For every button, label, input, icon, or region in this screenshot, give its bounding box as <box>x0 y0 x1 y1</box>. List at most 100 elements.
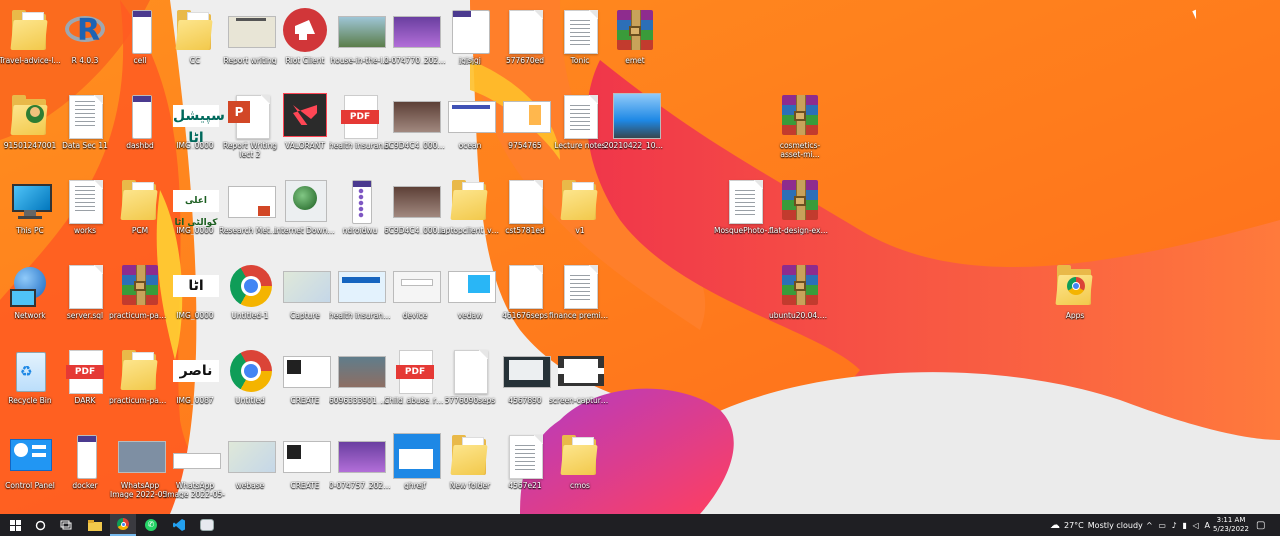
desktop-icon[interactable]: PDF DARK <box>55 344 115 420</box>
task-view-button[interactable] <box>56 514 76 536</box>
desktop-icon[interactable]: New folder <box>440 429 500 505</box>
desktop-icon[interactable]: Travel-advice-list <box>0 4 61 80</box>
app-button[interactable] <box>196 514 218 536</box>
weather-text: Mostly cloudy <box>1087 520 1143 530</box>
desktop-icon[interactable]: 91501247001 <box>0 89 60 165</box>
desktop-icon[interactable]: Lecture notes <box>550 89 610 165</box>
desktop-icon[interactable]: 6C9D4C4_0001... <box>384 174 446 250</box>
desktop-icon[interactable]: 0-074770_2021... <box>384 4 446 80</box>
desktop-icon[interactable]: CC <box>165 4 225 80</box>
weather-widget[interactable]: ☁ 27°C Mostly cloudy <box>1050 514 1143 536</box>
desktop-icon[interactable]: 20210422_1023... <box>604 89 666 165</box>
desktop-icon[interactable]: screen-capture (1) <box>549 344 611 420</box>
desktop-icon[interactable]: practicum-pane... <box>109 259 171 335</box>
desktop-icon[interactable]: 6C9D4C4_0001... <box>384 89 446 165</box>
start-button[interactable] <box>4 514 26 536</box>
desktop-icon[interactable]: jgjsjgj <box>440 4 500 80</box>
desktop-icon[interactable]: webase <box>220 429 280 505</box>
desktop-icon[interactable]: P Report Writing lect 2 <box>220 89 280 165</box>
desktop-icon[interactable]: Research Methods <box>219 174 281 250</box>
arabic3-icon: اٹا <box>173 263 219 309</box>
desktop-icon-label: jgjsjgj <box>459 56 481 65</box>
desktop-icon[interactable]: 4567e21 <box>495 429 555 505</box>
desktop-icon[interactable]: PDF health insurance <box>329 89 391 165</box>
desktop-icon[interactable]: 0-074757_2021... <box>329 429 391 505</box>
desktop-icon[interactable]: Riot Client <box>275 4 335 80</box>
network-icon[interactable]: ▭ <box>1158 521 1166 530</box>
desktop-icon[interactable]: MosquePhoto-Pe... <box>714 174 776 250</box>
desktop-icon[interactable]: 4567890 <box>495 344 555 420</box>
battery-icon[interactable]: ▮ <box>1182 521 1186 530</box>
whatsapp-button[interactable]: ✆ <box>140 514 162 536</box>
desktop-icon[interactable]: device <box>385 259 445 335</box>
desktop-icon[interactable]: practicum-pane... <box>109 344 171 420</box>
desktop-icon[interactable]: PCM <box>110 174 170 250</box>
recycle-icon: ♻ <box>8 348 52 394</box>
desktop-icon[interactable]: Data Sec 11 <box>55 89 115 165</box>
folder-icon <box>448 433 492 479</box>
desktop-icon[interactable]: ghrejf <box>385 429 445 505</box>
desktop-icon[interactable]: 9754765 <box>495 89 555 165</box>
desktop-icon[interactable]: emet <box>605 4 665 80</box>
desktop-icon[interactable]: Report writing <box>220 4 280 80</box>
clock[interactable]: 3:11 AM 5/23/2022 <box>1212 514 1250 536</box>
desktop-icon[interactable]: R R 4.0.3 <box>55 4 115 80</box>
desktop-icon[interactable]: ناصر IMG_0087 <box>165 344 225 420</box>
desktop-icon[interactable]: Capture <box>275 259 335 335</box>
notification-bell-icon[interactable]: ♪ <box>1172 521 1177 530</box>
desktop-icon[interactable]: vedaw <box>440 259 500 335</box>
desktop-icon[interactable]: Untitled <box>220 344 280 420</box>
desktop-icon-label: Capture <box>290 311 320 320</box>
file-explorer-button[interactable] <box>84 514 106 536</box>
desktop-icon[interactable]: laptopclient_v2... <box>439 174 501 250</box>
desktop-icon-label: 6096333901_113... <box>329 396 391 405</box>
search-button[interactable] <box>30 514 50 536</box>
task-view-icon <box>60 520 72 530</box>
desktop-icon[interactable]: PDF Child_abuse_rep... <box>384 344 446 420</box>
desktop-icon[interactable]: 5776090seps <box>440 344 500 420</box>
desktop-icon[interactable]: ♻ Recycle Bin <box>0 344 60 420</box>
desktop-icon[interactable]: 6096333901_113... <box>329 344 391 420</box>
desktop-icon[interactable]: works <box>55 174 115 250</box>
desktop-icon[interactable]: WhatsApp Image 2022-05-17 at ... <box>110 429 170 505</box>
desktop-icon[interactable]: 577670ed <box>495 4 555 80</box>
desktop-icon[interactable]: cell <box>110 4 170 80</box>
desktop-icon[interactable]: v1 <box>550 174 610 250</box>
desktop-icon[interactable]: flat-design-exhi... <box>769 174 831 250</box>
desktop-icon[interactable]: This PC <box>0 174 60 250</box>
desktop-icon[interactable]: CREATE <box>275 344 335 420</box>
search-circle-icon <box>35 520 45 530</box>
volume-icon[interactable]: ◁ <box>1193 521 1199 530</box>
vscode-button[interactable] <box>168 514 190 536</box>
notification-center-button[interactable]: ▢ <box>1256 514 1268 536</box>
desktop-icon[interactable]: cosmetics-asset-mi... <box>770 89 830 165</box>
desktop-icon[interactable]: ndroidwu <box>330 174 390 250</box>
desktop-icon[interactable]: Untitled-1 <box>220 259 280 335</box>
desktop-icon[interactable]: health insurance <box>329 259 391 335</box>
desktop-icon[interactable]: finance premium <box>549 259 611 335</box>
desktop-icon[interactable]: Tonic <box>550 4 610 80</box>
desktop-icon[interactable]: سپیشل اٹاIMG_0000 <box>165 89 225 165</box>
desktop-icon[interactable]: dashbd <box>110 89 170 165</box>
desktop-icon[interactable]: ubuntu20.04.1-pra... <box>769 259 831 335</box>
desktop-icon[interactable]: Internet Downlo... <box>274 174 336 250</box>
desktop-icon[interactable]: VALORANT <box>275 89 335 165</box>
desktop-icon[interactable]: Network <box>0 259 60 335</box>
desktop-icon[interactable]: server.sql <box>55 259 115 335</box>
desktop-icon[interactable]: house-in-the-l... <box>330 4 390 80</box>
desktop-icon[interactable]: Control Panel <box>0 429 60 505</box>
desktop-icon[interactable]: WhatsApp Image 2022-05-16 at ... <box>165 429 225 505</box>
language-icon[interactable]: A <box>1204 521 1209 530</box>
desktop-icon[interactable]: اعلی کوالٹی اٹاIMG_0000 <box>165 174 225 250</box>
desktop-icon[interactable]: Apps <box>1045 259 1105 335</box>
desktop-icon[interactable]: CREATE <box>275 429 335 505</box>
desktop-icon[interactable]: اٹا IMG_0000 <box>165 259 225 335</box>
chevron-up-icon[interactable]: ^ <box>1146 521 1153 530</box>
thumb-map-icon <box>228 433 276 479</box>
desktop-icon[interactable]: docker <box>55 429 115 505</box>
desktop-icon[interactable]: cst5781ed <box>495 174 555 250</box>
desktop-icon[interactable]: ocean <box>440 89 500 165</box>
desktop-icon[interactable]: cmos <box>550 429 610 505</box>
desktop-icon[interactable]: 461676seps <box>495 259 555 335</box>
chrome-taskbar-button[interactable] <box>110 514 136 536</box>
